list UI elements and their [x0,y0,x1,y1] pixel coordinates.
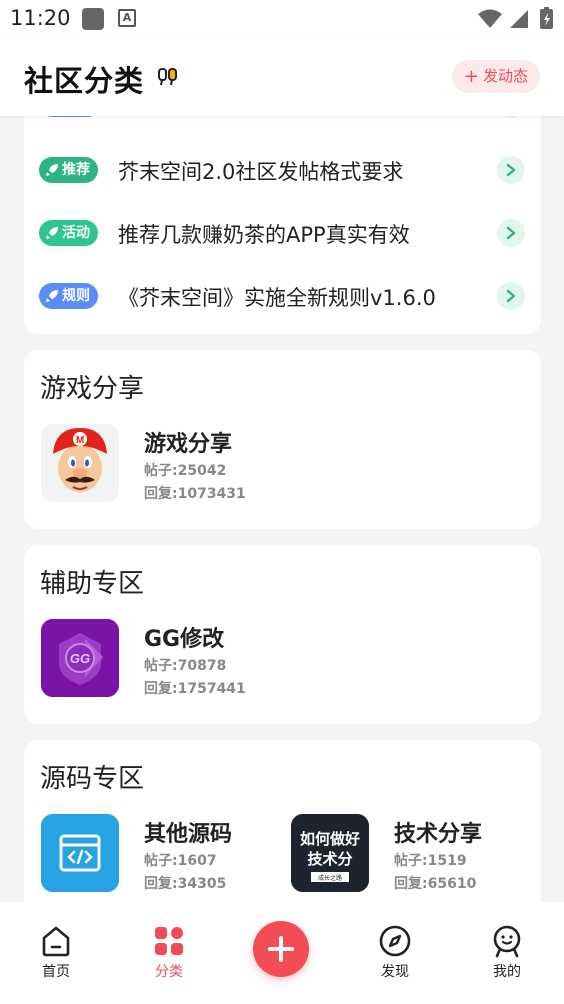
nav-category[interactable]: 分类 [139,924,199,981]
forum-post-count: 帖子:25042 [144,463,227,479]
forum-item[interactable]: M 游戏分享 帖子:25042 回复:1073431 [41,424,281,502]
forum-reply-count: 回复:1073431 [144,486,246,502]
nav-label: 分类 [155,964,183,980]
nav-label: 首页 [42,964,70,980]
notice-text: 芥末空间2.0社区发帖格式要求 [118,160,404,184]
notice-tag-label: 规则 [62,288,90,304]
forum-item[interactable]: GG GG修改 帖子:70878 回复:1757441 [41,619,281,697]
forum-name: 游戏分享 [144,432,233,457]
forum-post-count: 帖子:70878 [144,658,227,674]
compass-icon [379,925,411,957]
status-icons [478,7,553,29]
bottom-nav: 首页 分类 发现 我的 [0,902,564,1004]
nav-discover[interactable]: 发现 [365,924,425,981]
notice-tag [39,116,101,117]
section-title: 源码专区 [40,764,145,794]
post-button-label: 发动态 [482,67,528,85]
status-bar: 11:20 A [0,0,564,38]
notice-tag: 规则 [39,283,98,309]
post-button[interactable]: + 发动态 [451,60,540,93]
forum-name: GG修改 [144,627,225,652]
section-card: 游戏分享 M 游戏分享 帖子:25042 回复:1073431 [24,350,541,529]
chevron-right-icon[interactable] [497,156,525,184]
thumb-line-3: 成长之路 [318,874,342,882]
app-header: 社区分类 + 发动态 [0,38,564,116]
notice-tag: 活动 [39,220,98,246]
accessibility-icon: A [118,9,136,27]
section-title: 游戏分享 [40,374,145,404]
notice-card: 推荐 芥末空间2.0社区发帖格式要求 活动 推荐几款赚奶茶的APP真实有效 规则… [24,116,541,334]
plus-icon: + [463,66,479,87]
home-icon [42,926,70,957]
forum-name: 技术分享 [394,822,483,847]
chevron-right-icon[interactable] [497,282,525,310]
section-card: 源码专区 其他源码 帖子:1607 回复:34305 如何做好 技术分 成长之路… [24,740,541,902]
thumb-line-2: 技术分 [307,850,352,868]
category-icon [155,927,183,955]
status-time: 11:20 [10,6,71,30]
notification-icon [82,8,104,30]
plus-icon [268,936,294,962]
rocket-icon [46,164,58,176]
quote-icon [158,68,177,86]
notice-row[interactable]: 规则 《芥末空间》实施全新规则v1.6.0 [24,276,541,316]
rocket-icon [46,227,58,239]
create-post-button[interactable] [253,921,309,977]
page-title: 社区分类 [24,64,145,98]
nav-home[interactable]: 首页 [26,924,86,981]
thumb-line-1: 如何做好 [300,830,360,848]
notice-tag-label: 推荐 [62,162,90,178]
svg-text:M: M [76,435,84,446]
section-title: 辅助专区 [40,569,145,599]
nav-label: 发现 [381,964,409,980]
notice-text: 推荐几款赚奶茶的APP真实有效 [118,223,410,247]
forum-post-count: 帖子:1519 [394,853,467,869]
forum-item[interactable]: 如何做好 技术分 成长之路 技术分享 帖子:1519 回复:65610 [291,814,531,892]
chevron-right-icon [497,116,525,118]
forum-reply-count: 回复:65610 [394,876,477,892]
rocket-icon [46,290,58,302]
forum-reply-count: 回复:1757441 [144,681,246,697]
notice-row-hidden [24,116,541,124]
section-card: 辅助专区 GG GG修改 帖子:70878 回复:1757441 [24,545,541,724]
svg-text:GG: GG [70,651,90,666]
notice-row[interactable]: 推荐 芥末空间2.0社区发帖格式要求 [24,150,541,190]
nav-profile[interactable]: 我的 [477,924,537,981]
mario-icon: M [41,424,119,502]
game-guardian-icon: GG [41,619,119,697]
notice-text: 《芥末空间》实施全新规则v1.6.0 [118,286,436,310]
forum-reply-count: 回复:34305 [144,876,227,892]
forum-item[interactable]: 其他源码 帖子:1607 回复:34305 [41,814,281,892]
chevron-right-icon[interactable] [497,219,525,247]
nav-label: 我的 [493,964,521,980]
profile-icon [493,925,521,958]
code-window-icon [41,814,119,892]
notice-tag-label: 活动 [62,225,90,241]
notice-row[interactable]: 活动 推荐几款赚奶茶的APP真实有效 [24,213,541,253]
tech-share-thumbnail: 如何做好 技术分 成长之路 [291,814,369,892]
notice-tag: 推荐 [39,157,98,183]
content-scroll[interactable]: 推荐 芥末空间2.0社区发帖格式要求 活动 推荐几款赚奶茶的APP真实有效 规则… [0,116,564,902]
forum-post-count: 帖子:1607 [144,853,217,869]
forum-name: 其他源码 [144,822,233,847]
